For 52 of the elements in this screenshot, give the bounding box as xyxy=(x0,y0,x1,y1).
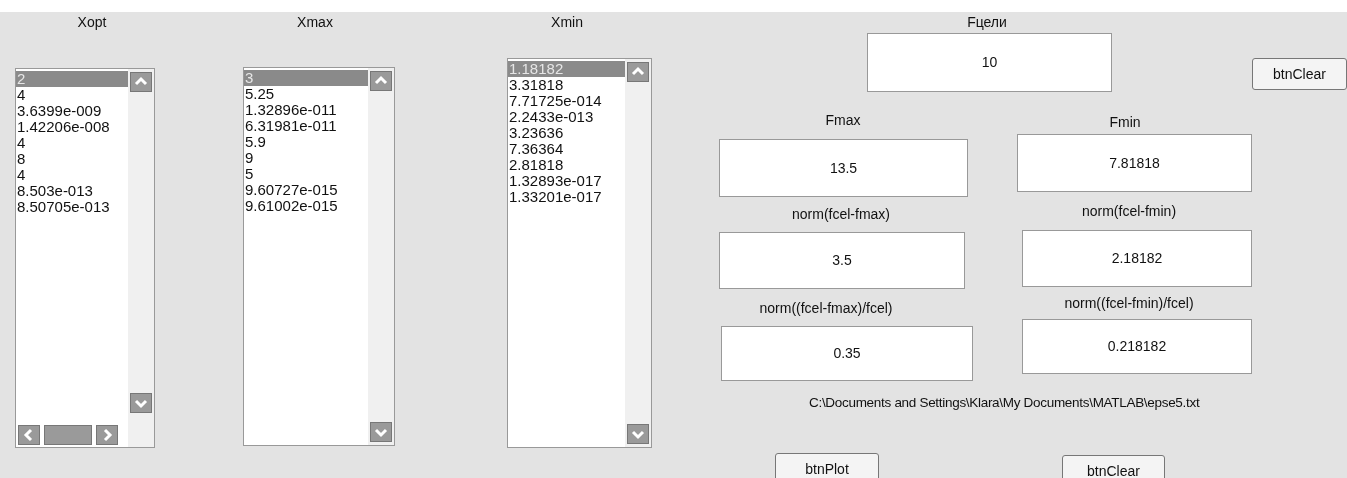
list-item[interactable]: 3.6399e-009 xyxy=(16,103,128,119)
value-field[interactable]: 3.5 xyxy=(719,232,965,289)
action-button[interactable]: btnClear xyxy=(1062,455,1165,478)
list-item[interactable]: 5.25 xyxy=(244,86,368,102)
list-box[interactable]: 3 5.25 1.32896e-011 6.31981e-011 5.9 9 5 9.60727e-015 9.61002e-015 xyxy=(243,67,395,446)
list-item[interactable]: 2.81818 xyxy=(508,157,625,173)
value-field[interactable]: 7.81818 xyxy=(1017,134,1252,192)
list-item[interactable]: 9.60727e-015 xyxy=(244,182,368,198)
list-item[interactable]: 8.50705e-013 xyxy=(16,199,128,215)
list-item[interactable]: 5 xyxy=(244,166,368,182)
list-item[interactable]: 8.503e-013 xyxy=(16,183,128,199)
list-item[interactable]: 4 xyxy=(16,87,128,103)
value-field[interactable]: 10 xyxy=(867,33,1112,92)
list-label: Xopt xyxy=(77,13,107,32)
list-box[interactable]: 2 4 3.6399e-009 1.42206e-008 4 8 4 8.503e-013 8.50705e-013 xyxy=(15,68,155,448)
list-label: Xmax xyxy=(297,13,333,32)
list-label: Xmin xyxy=(551,13,583,32)
field-label: Fmax xyxy=(825,111,861,130)
action-button[interactable]: btnPlot xyxy=(775,453,879,478)
vertical-scrollbar[interactable] xyxy=(128,69,154,447)
field-label: norm(fcel-fmin) xyxy=(1081,202,1177,221)
list-item[interactable]: 4 xyxy=(16,167,128,183)
list-item[interactable]: 1.42206e-008 xyxy=(16,119,128,135)
field-label: Fmin xyxy=(1109,113,1141,132)
list-item[interactable]: 3.23636 xyxy=(508,125,625,141)
field-label: norm((fcel-fmin)/fcel) xyxy=(1064,294,1194,313)
list-item[interactable]: 9.61002e-015 xyxy=(244,198,368,214)
field-label: norm(fcel-fmax) xyxy=(792,205,890,224)
field-label: norm((fcel-fmax)/fcel) xyxy=(759,299,893,318)
list-item[interactable]: 1.32896e-011 xyxy=(244,102,368,118)
list-item[interactable]: 5.9 xyxy=(244,134,368,150)
list-item[interactable]: 7.36364 xyxy=(508,141,625,157)
file-path: C:\Documents and Settings\Klara\My Documents\MATLAB\epse5.txt xyxy=(809,394,1200,412)
action-button[interactable]: btnClear xyxy=(1252,58,1347,90)
list-item[interactable]: 4 xyxy=(16,135,128,151)
list-item[interactable]: 1.33201e-017 xyxy=(508,189,625,205)
list-item[interactable]: 2.2433e-013 xyxy=(508,109,625,125)
value-field[interactable]: 0.218182 xyxy=(1022,319,1252,374)
list-box[interactable]: 1.18182 3.31818 7.71725e-014 2.2433e-013 3.23636 7.36364 2.81818 1.32893e-017 1.33201e-017 xyxy=(507,58,652,448)
list-item[interactable]: 6.31981e-011 xyxy=(244,118,368,134)
value-field[interactable]: 0.35 xyxy=(721,326,973,381)
list-item[interactable]: 7.71725e-014 xyxy=(508,93,625,109)
vertical-scrollbar[interactable] xyxy=(625,59,651,447)
field-label: Fцели xyxy=(967,13,1007,32)
value-field[interactable]: 2.18182 xyxy=(1022,230,1252,287)
list-item[interactable]: 9 xyxy=(244,150,368,166)
list-item[interactable]: 3.31818 xyxy=(508,77,625,93)
list-item[interactable]: 8 xyxy=(16,151,128,167)
value-field[interactable]: 13.5 xyxy=(719,139,968,197)
vertical-scrollbar[interactable] xyxy=(368,68,394,445)
list-item[interactable]: 1.32893e-017 xyxy=(508,173,625,189)
scroll-thumb[interactable] xyxy=(44,425,92,445)
